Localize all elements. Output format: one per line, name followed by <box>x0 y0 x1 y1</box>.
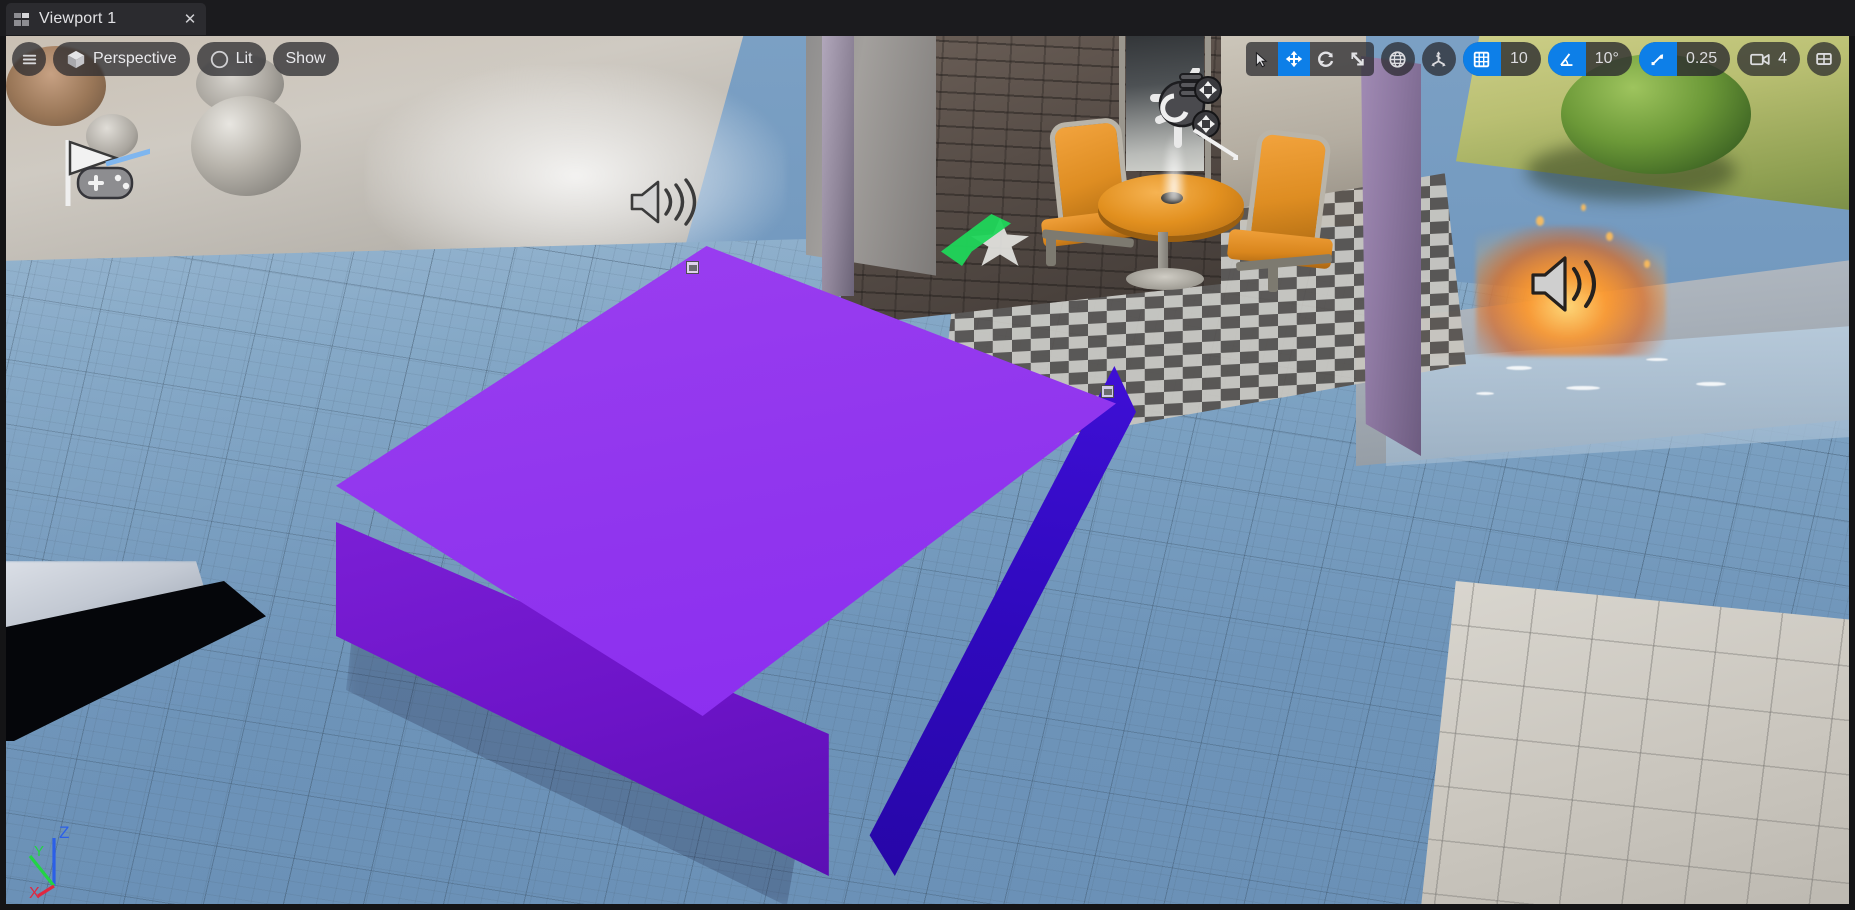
cursor-arrow-icon <box>1253 51 1270 68</box>
transform-mode-group <box>1245 42 1374 76</box>
grid-snap-control[interactable]: 10 <box>1462 42 1541 76</box>
tab-viewport-1[interactable]: Viewport 1 ✕ <box>6 3 206 35</box>
scene-pavers <box>1411 581 1849 904</box>
axis-label-y: Y <box>34 843 44 860</box>
angle-snap-control[interactable]: 10° <box>1547 42 1632 76</box>
view-mode-button[interactable]: Lit <box>196 42 266 76</box>
axis-label-z: Z <box>59 823 69 842</box>
globe-icon <box>1388 50 1407 69</box>
scene-table-base <box>1126 268 1204 290</box>
scene-fog <box>366 66 786 266</box>
close-icon[interactable]: ✕ <box>182 12 198 27</box>
grid-snap-value[interactable]: 10 <box>1501 42 1541 76</box>
scale-snap-value[interactable]: 0.25 <box>1677 42 1730 76</box>
axis-label-x: X <box>29 885 40 898</box>
actor-billboard-sprite[interactable] <box>686 261 699 274</box>
move-arrows-icon <box>1285 50 1303 68</box>
camera-icon <box>1750 52 1771 67</box>
viewport-toolbar-left: Perspective Lit Show <box>12 42 339 76</box>
grid-snap-icon[interactable] <box>1462 42 1501 76</box>
viewport-layout-icon <box>14 12 29 26</box>
camera-speed-control[interactable]: 4 <box>1737 42 1800 76</box>
angle-snap-icon[interactable] <box>1547 42 1586 76</box>
cube-icon <box>67 50 85 69</box>
viewport-menu-button[interactable] <box>12 42 46 76</box>
pivot-icon <box>1431 50 1447 67</box>
speaker-icon[interactable] <box>626 176 698 228</box>
rotate-mode-button[interactable] <box>1310 42 1342 76</box>
pivot-button[interactable] <box>1421 42 1456 76</box>
viewport-3d[interactable]: Perspective Lit Show 10 10° 0.25 4 Z Y X <box>6 36 1849 904</box>
show-flags-label: Show <box>285 50 326 67</box>
view-type-button[interactable]: Perspective <box>53 42 190 76</box>
show-flags-button[interactable]: Show <box>272 42 339 76</box>
angle-snap-value[interactable]: 10° <box>1586 42 1632 76</box>
camera-speed-value[interactable]: 4 <box>1778 51 1787 67</box>
tab-title: Viewport 1 <box>39 10 117 27</box>
viewport-toolbar-right: 10 10° 0.25 4 <box>1245 42 1841 76</box>
light-icon[interactable] <box>1146 68 1238 160</box>
select-mode-button[interactable] <box>1246 42 1278 76</box>
hamburger-icon <box>20 50 39 69</box>
lit-sphere-icon <box>210 50 229 69</box>
view-mode-label: Lit <box>235 50 253 67</box>
view-type-label: Perspective <box>93 50 177 67</box>
scene-column <box>1361 56 1421 456</box>
rotate-icon <box>1317 50 1335 68</box>
scale-snap-icon[interactable] <box>1638 42 1677 76</box>
scene-column <box>822 36 854 296</box>
coordinate-system-button[interactable] <box>1380 42 1415 76</box>
unreal-editor-window: Viewport 1 ✕ Perspective Lit Show 10 10°… <box>0 0 1855 910</box>
axis-orientation-gizmo: Z Y X <box>12 808 108 898</box>
scale-mode-button[interactable] <box>1342 42 1374 76</box>
tab-strip: Viewport 1 ✕ <box>0 0 1855 36</box>
scale-snap-control[interactable]: 0.25 <box>1638 42 1731 76</box>
actor-billboard-sprite[interactable] <box>1101 385 1114 398</box>
scale-icon <box>1351 52 1364 66</box>
speaker-icon[interactable] <box>1526 251 1614 317</box>
scene-boulder <box>191 96 301 196</box>
viewport-layout-button[interactable] <box>1807 42 1841 76</box>
translate-mode-button[interactable] <box>1277 42 1310 76</box>
viewport-layout-icon <box>1815 50 1833 68</box>
player-start-icon[interactable] <box>58 136 150 208</box>
